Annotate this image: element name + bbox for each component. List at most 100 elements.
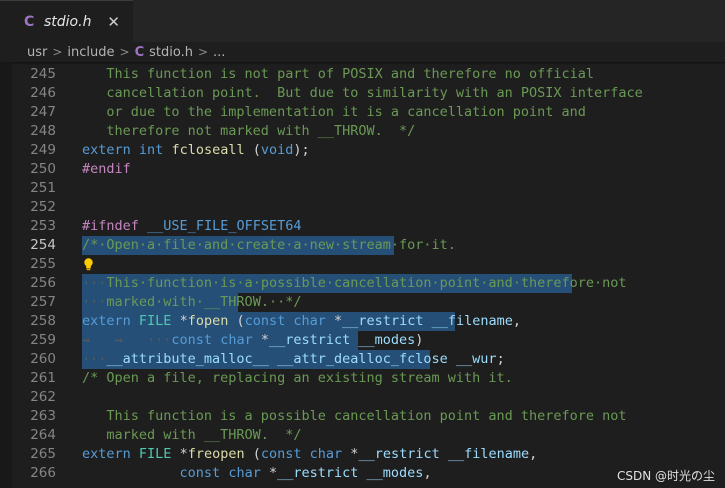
lightbulb-icon[interactable] xyxy=(83,258,94,271)
code-token: __filename xyxy=(431,313,513,329)
code-line[interactable]: 256 ···This·function·is·a·possible·cancel… xyxy=(0,274,725,293)
line-number: 258 xyxy=(30,313,56,329)
line-number: 250 xyxy=(30,161,56,177)
code-token: ( xyxy=(244,142,261,158)
code-line[interactable]: 262 xyxy=(0,388,725,407)
code-token: , xyxy=(423,465,432,481)
code-token: * xyxy=(342,446,359,462)
code-token: * xyxy=(171,446,188,462)
code-line[interactable]: 265 extern FILE *freopen (const char *__r… xyxy=(0,445,725,464)
code-token: This·function·is·a·possible·cancellation… xyxy=(106,275,627,291)
code-token: This function is not part of POSIX and t… xyxy=(82,66,595,82)
code-token: __attribute_malloc__ xyxy=(106,351,269,367)
code-text: extern int fcloseall (void); xyxy=(82,141,310,160)
breadcrumb-stdio-h[interactable]: stdio.h xyxy=(149,45,193,60)
line-number: 246 xyxy=(30,85,56,101)
line-number: 259 xyxy=(30,332,56,348)
code-text: This function is a possible cancellation… xyxy=(82,407,626,426)
code-token: cancellation point. But due to similarit… xyxy=(82,85,643,101)
breadcrumb-usr[interactable]: usr xyxy=(27,45,47,60)
code-line[interactable]: 252 xyxy=(0,198,725,217)
line-number: 254 xyxy=(30,237,56,253)
code-line[interactable]: 245 This function is not part of POSIX a… xyxy=(0,65,725,84)
code-token: extern xyxy=(82,313,131,329)
tab-stdio-h[interactable]: C stdio.h ✕ xyxy=(0,0,133,43)
code-text: or due to the implementation it is a can… xyxy=(82,103,586,122)
code-token: , xyxy=(529,446,538,462)
code-text: → → ···const char *__restrict __modes) xyxy=(82,331,423,350)
breadcrumb: usr > include > C stdio.h > ... xyxy=(0,42,725,62)
line-number: 260 xyxy=(30,351,56,367)
code-token: __attr_dealloc_fclose xyxy=(277,351,448,367)
line-number: 263 xyxy=(30,408,56,424)
code-text: ···marked·with·__THROW.··*/ xyxy=(82,293,301,312)
close-icon[interactable]: ✕ xyxy=(107,13,120,31)
chevron-right-icon: > xyxy=(197,45,209,59)
code-token: char xyxy=(228,465,261,481)
code-line[interactable]: 246 cancellation point. But due to simil… xyxy=(0,84,725,103)
code-token: char xyxy=(220,332,253,348)
code-text: marked with __THROW. */ xyxy=(82,426,301,445)
code-token: __modes xyxy=(366,465,424,481)
code-token: ); xyxy=(293,142,310,158)
code-line[interactable]: 255 xyxy=(0,255,725,274)
tab-label: stdio.h xyxy=(44,14,92,30)
code-token: const xyxy=(171,332,213,348)
code-token: __restrict xyxy=(342,313,424,329)
line-number: 248 xyxy=(30,123,56,139)
code-line[interactable]: 250 #endif xyxy=(0,160,725,179)
code-line[interactable]: 258 extern FILE *fopen (const char *__res… xyxy=(0,312,725,331)
code-token: ( xyxy=(228,313,245,329)
code-line[interactable]: 254 /*·Open·a·file·and·create·a·new·strea… xyxy=(0,236,725,255)
code-token: __restrict xyxy=(268,332,351,348)
code-token: /*·Open·a·file·and·create·a·new·stream·f… xyxy=(82,237,456,253)
code-token: #ifndef xyxy=(82,218,139,234)
code-token: * xyxy=(325,313,343,329)
code-token: extern xyxy=(82,142,131,158)
line-number: 253 xyxy=(30,218,56,234)
code-line[interactable]: 253 #ifndef __USE_FILE_OFFSET64 xyxy=(0,217,725,236)
code-line[interactable]: 257 ···marked·with·__THROW.··*/ xyxy=(0,293,725,312)
code-line[interactable]: 263 This function is a possible cancella… xyxy=(0,407,725,426)
code-token: extern xyxy=(82,446,131,462)
line-number: 261 xyxy=(30,370,56,386)
chevron-right-icon: > xyxy=(119,45,130,59)
code-line[interactable]: 261 /* Open a file, replacing an existing… xyxy=(0,369,725,388)
code-token: __wur xyxy=(455,351,497,367)
line-number: 255 xyxy=(30,256,56,272)
code-token: const xyxy=(179,465,221,481)
code-token: FILE xyxy=(138,313,172,329)
code-token: ( xyxy=(244,446,261,462)
code-text: extern FILE *freopen (const char *__rest… xyxy=(82,445,537,464)
code-editor[interactable]: 245 This function is not part of POSIX a… xyxy=(0,65,725,488)
code-token: ··· xyxy=(82,275,107,291)
breadcrumb-symbols[interactable]: ... xyxy=(213,45,225,60)
code-token: marked·with·__THROW.··*/ xyxy=(106,294,302,310)
code-token: therefore not marked with __THROW. */ xyxy=(82,123,416,139)
code-token: marked with __THROW. */ xyxy=(82,427,302,443)
breadcrumb-include[interactable]: include xyxy=(67,45,114,60)
code-token: ) xyxy=(415,332,424,348)
code-text: #ifndef __USE_FILE_OFFSET64 xyxy=(82,217,301,236)
code-line[interactable]: 259 → → ···const char *__restrict __modes… xyxy=(0,331,725,350)
code-line[interactable]: 248 therefore not marked with __THROW. *… xyxy=(0,122,725,141)
line-number: 251 xyxy=(30,180,56,196)
c-file-icon: C xyxy=(24,14,35,30)
line-number: 265 xyxy=(30,446,56,462)
code-text: /*·Open·a·file·and·create·a·new·stream·f… xyxy=(82,236,456,255)
code-line[interactable]: 247 or due to the implementation it is a… xyxy=(0,103,725,122)
code-token: fcloseall xyxy=(171,142,245,158)
code-token: freopen xyxy=(187,446,245,462)
line-number: 256 xyxy=(30,275,56,291)
code-line[interactable]: 249 extern int fcloseall (void); xyxy=(0,141,725,160)
code-line[interactable]: 251 xyxy=(0,179,725,198)
code-line[interactable]: 264 marked with __THROW. */ xyxy=(0,426,725,445)
code-token: * xyxy=(260,465,278,481)
line-number: 249 xyxy=(30,142,56,158)
code-line[interactable]: 260 ···__attribute_malloc__ __attr_deallo… xyxy=(0,350,725,369)
